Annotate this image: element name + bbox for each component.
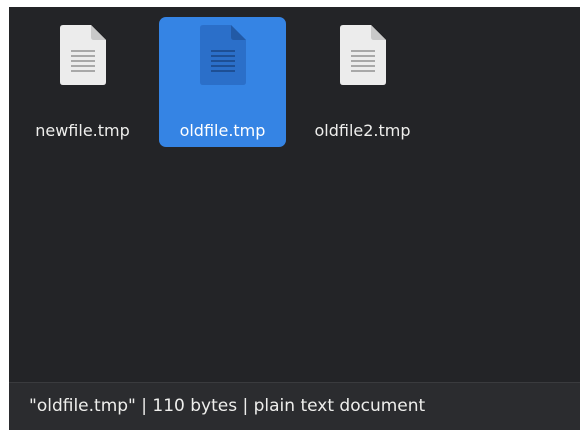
file-item-newfile-tmp[interactable]: newfile.tmp [19, 17, 146, 147]
file-name[interactable]: oldfile.tmp [159, 121, 286, 141]
text-document-icon [199, 25, 246, 85]
file-name[interactable]: oldfile2.tmp [299, 121, 426, 141]
file-item-oldfile2-tmp[interactable]: oldfile2.tmp [299, 17, 426, 147]
file-manager-window: newfile.tmp oldfile.tmp oldfile2.tmp "ol… [9, 7, 580, 430]
status-text: "oldfile.tmp" | 110 bytes | plain text d… [29, 396, 426, 416]
status-bar: "oldfile.tmp" | 110 bytes | plain text d… [9, 382, 580, 430]
file-name[interactable]: newfile.tmp [19, 121, 146, 141]
text-document-icon [59, 25, 106, 85]
icon-view[interactable]: newfile.tmp oldfile.tmp oldfile2.tmp [9, 7, 580, 382]
file-item-oldfile-tmp[interactable]: oldfile.tmp [159, 17, 286, 147]
text-document-icon [339, 25, 386, 85]
